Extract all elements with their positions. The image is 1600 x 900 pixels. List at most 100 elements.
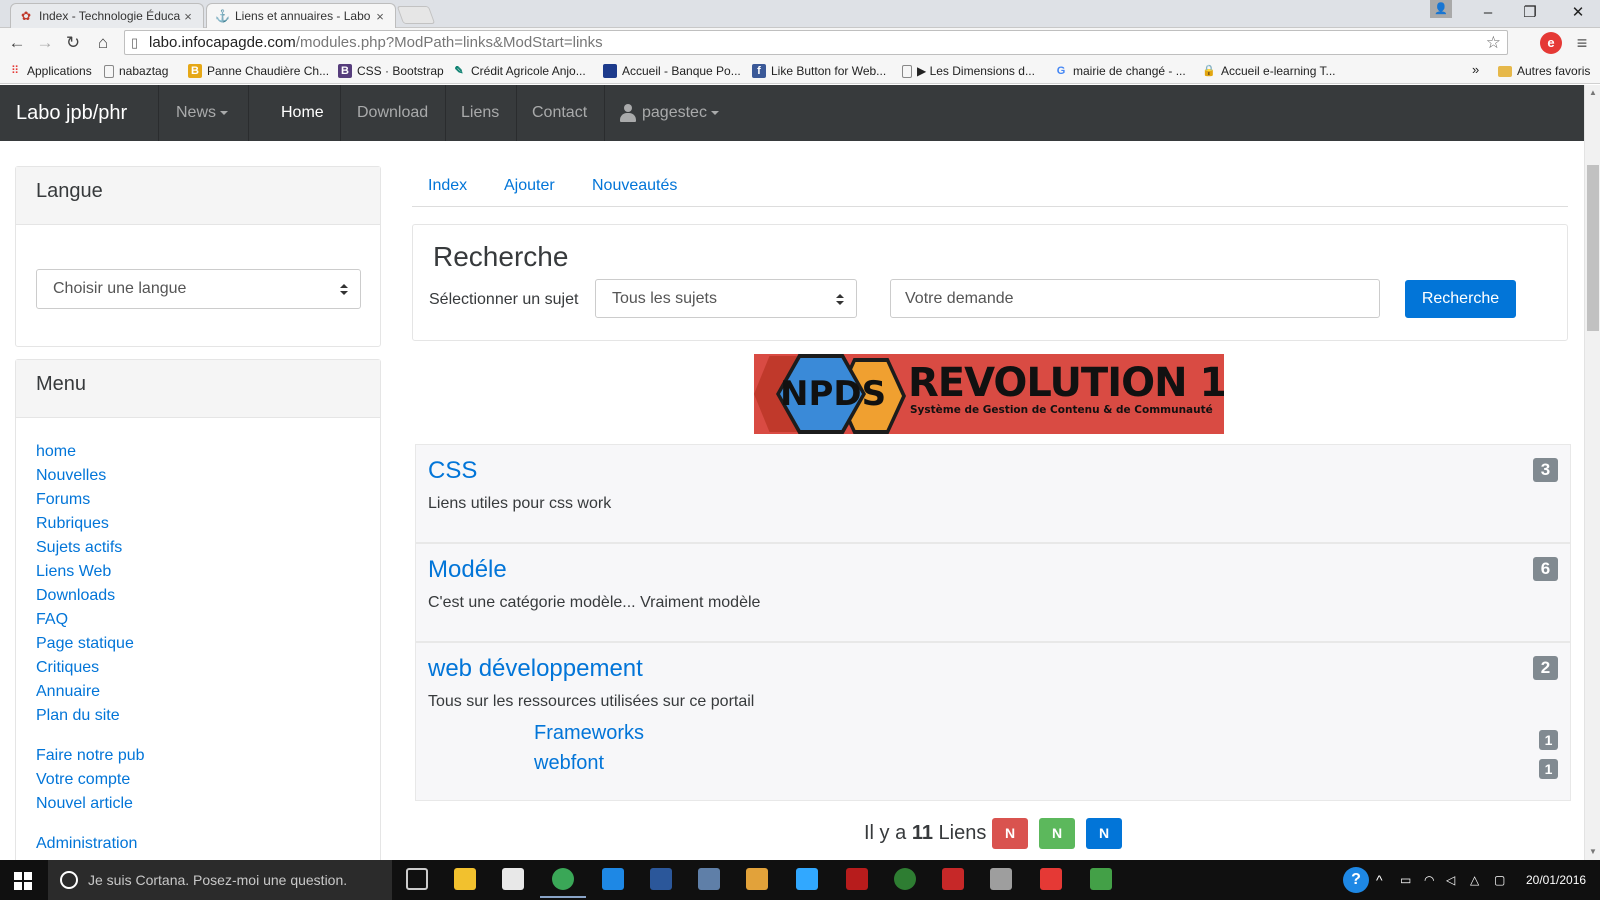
tray-notification-icon[interactable]: ▢ [1494, 860, 1505, 900]
close-icon[interactable]: × [181, 9, 195, 24]
maximize-button[interactable]: ❐ [1510, 0, 1550, 28]
bookmark-applications[interactable]: ⠿ Applications [8, 62, 92, 80]
page-scrollbar[interactable]: ▲ ▼ [1584, 85, 1600, 860]
menu-link-rubriques[interactable]: Rubriques [36, 514, 109, 534]
bookmark-banque-postale[interactable]: Accueil - Banque Po... [603, 62, 741, 80]
tray-drive-icon[interactable]: △ [1470, 860, 1479, 900]
search-button[interactable]: Recherche [1405, 280, 1516, 318]
extension-icon[interactable]: e [1540, 32, 1562, 54]
subcategory-webfont[interactable]: webfont [534, 752, 604, 775]
bookmarks-overflow-button[interactable]: » [1472, 62, 1479, 77]
menu-link-forums[interactable]: Forums [36, 490, 90, 510]
nav-divider [340, 85, 341, 141]
windows-start-icon[interactable] [14, 872, 32, 890]
menu-link-annuaire[interactable]: Annuaire [36, 682, 100, 702]
browser-tab-liens[interactable]: ⚓ Liens et annuaires - Labo J × [206, 3, 396, 28]
nav-contact[interactable]: Contact [532, 85, 587, 141]
bookmark-e-learning[interactable]: 🔒 Accueil e-learning T... [1202, 62, 1335, 80]
menu-link-home[interactable]: home [36, 442, 76, 462]
profile-icon[interactable]: 👤 [1430, 0, 1452, 18]
app-icon[interactable] [698, 868, 720, 890]
bookmark-like-button[interactable]: f Like Button for Web... [752, 62, 886, 80]
photoshop-icon[interactable] [796, 868, 818, 890]
close-icon[interactable]: × [373, 9, 387, 24]
menu-link-page-statique[interactable]: Page statique [36, 634, 134, 654]
page-info-icon[interactable]: ▯ [131, 31, 138, 54]
bookmark-mairie[interactable]: G mairie de changé - ... [1054, 62, 1186, 80]
nav-home[interactable]: Home [281, 85, 324, 141]
app-icon[interactable] [894, 868, 916, 890]
reload-icon[interactable]: ↻ [62, 32, 84, 54]
subcategory-frameworks[interactable]: Frameworks [534, 722, 644, 745]
app-icon[interactable] [1090, 868, 1112, 890]
new-links-red-button[interactable]: N [992, 818, 1028, 849]
new-links-green-button[interactable]: N [1039, 818, 1075, 849]
bookmark-credit-agricole[interactable]: ✎ Crédit Agricole Anjo... [452, 62, 585, 80]
nav-news-dropdown[interactable]: News [176, 85, 229, 141]
facebook-icon: f [752, 64, 766, 78]
store-icon[interactable] [502, 868, 524, 890]
cortana-search-box[interactable]: Je suis Cortana. Posez-moi une question. [48, 860, 392, 900]
new-tab-button[interactable] [396, 6, 436, 24]
menu-link-nouvelles[interactable]: Nouvelles [36, 466, 106, 486]
search-query-input[interactable] [890, 279, 1380, 318]
menu-link-nouvel-article[interactable]: Nouvel article [36, 794, 133, 814]
subnav-ajouter[interactable]: Ajouter [504, 176, 555, 196]
menu-link-administration[interactable]: Administration [36, 834, 137, 854]
menu-link-faq[interactable]: FAQ [36, 610, 68, 630]
browser-menu-icon[interactable]: ≡ [1572, 32, 1592, 54]
bookmark-nabaztag[interactable]: nabaztag [104, 62, 168, 80]
minimize-button[interactable]: – [1468, 0, 1508, 28]
home-icon[interactable]: ⌂ [92, 32, 114, 54]
category-title[interactable]: web développement [428, 655, 643, 683]
tray-volume-icon[interactable]: ◁ [1446, 860, 1455, 900]
bookmark-css-bootstrap[interactable]: B CSS · Bootstrap [338, 62, 444, 80]
tray-overflow-icon[interactable]: ^ [1376, 860, 1383, 900]
topic-select[interactable]: Tous les sujets [595, 279, 857, 318]
app-icon[interactable] [1040, 868, 1062, 890]
window-close-button[interactable]: ✕ [1558, 0, 1598, 28]
back-arrow-icon[interactable]: ← [6, 32, 28, 54]
browser-tab-index[interactable]: ✿ Index - Technologie Éduca × [10, 3, 204, 28]
acrobat-icon[interactable] [942, 868, 964, 890]
tray-battery-icon[interactable]: ▭ [1400, 860, 1411, 900]
tray-wifi-icon[interactable]: ◠ [1424, 860, 1434, 900]
language-select[interactable]: Choisir une langue [36, 269, 361, 309]
nav-user-dropdown[interactable]: pagestec [620, 85, 719, 141]
menu-link-liens-web[interactable]: Liens Web [36, 562, 111, 582]
chrome-icon[interactable] [540, 868, 586, 898]
menu-link-plan-du-site[interactable]: Plan du site [36, 706, 120, 726]
menu-link-sujets-actifs[interactable]: Sujets actifs [36, 538, 122, 558]
npds-banner[interactable]: NPDS REVOLUTION 13 Système de Gestion de… [754, 354, 1224, 434]
edge-icon[interactable] [602, 868, 624, 890]
filezilla-icon[interactable] [846, 868, 868, 890]
subnav-index[interactable]: Index [428, 176, 467, 196]
menu-link-votre-compte[interactable]: Votre compte [36, 770, 130, 790]
new-links-blue-button[interactable]: N [1086, 818, 1122, 849]
taskbar-date[interactable]: 20/01/2016 [1526, 870, 1586, 890]
word-icon[interactable] [650, 868, 672, 890]
nav-download[interactable]: Download [357, 85, 428, 141]
menu-link-critiques[interactable]: Critiques [36, 658, 99, 678]
subnav-nouveautes[interactable]: Nouveautés [592, 176, 677, 196]
bookmark-panne-chaudiere[interactable]: B Panne Chaudière Ch... [188, 62, 329, 80]
bookmark-les-dimensions[interactable]: ▶ Les Dimensions d... [902, 62, 1035, 80]
help-icon[interactable]: ? [1343, 867, 1369, 893]
other-bookmarks[interactable]: Autres favoris [1498, 62, 1590, 80]
address-bar[interactable]: ▯ labo.infocapagde.com/modules.php?ModPa… [124, 30, 1508, 55]
task-view-icon[interactable] [406, 868, 428, 890]
category-title[interactable]: CSS [428, 457, 477, 485]
site-brand[interactable]: Labo jpb/phr [16, 85, 127, 141]
menu-link-downloads[interactable]: Downloads [36, 586, 115, 606]
category-title[interactable]: Modéle [428, 556, 507, 584]
bookmark-star-icon[interactable]: ☆ [1486, 31, 1501, 54]
nav-liens[interactable]: Liens [461, 85, 499, 141]
scrollbar-thumb[interactable] [1587, 165, 1599, 331]
app-icon[interactable] [746, 868, 768, 890]
scroll-down-arrow-icon[interactable]: ▼ [1585, 844, 1600, 860]
file-explorer-icon[interactable] [454, 868, 476, 890]
forward-arrow-icon[interactable]: → [34, 32, 56, 54]
menu-link-faire-notre-pub[interactable]: Faire notre pub [36, 746, 145, 766]
app-icon[interactable] [990, 868, 1012, 890]
scroll-up-arrow-icon[interactable]: ▲ [1585, 85, 1600, 101]
